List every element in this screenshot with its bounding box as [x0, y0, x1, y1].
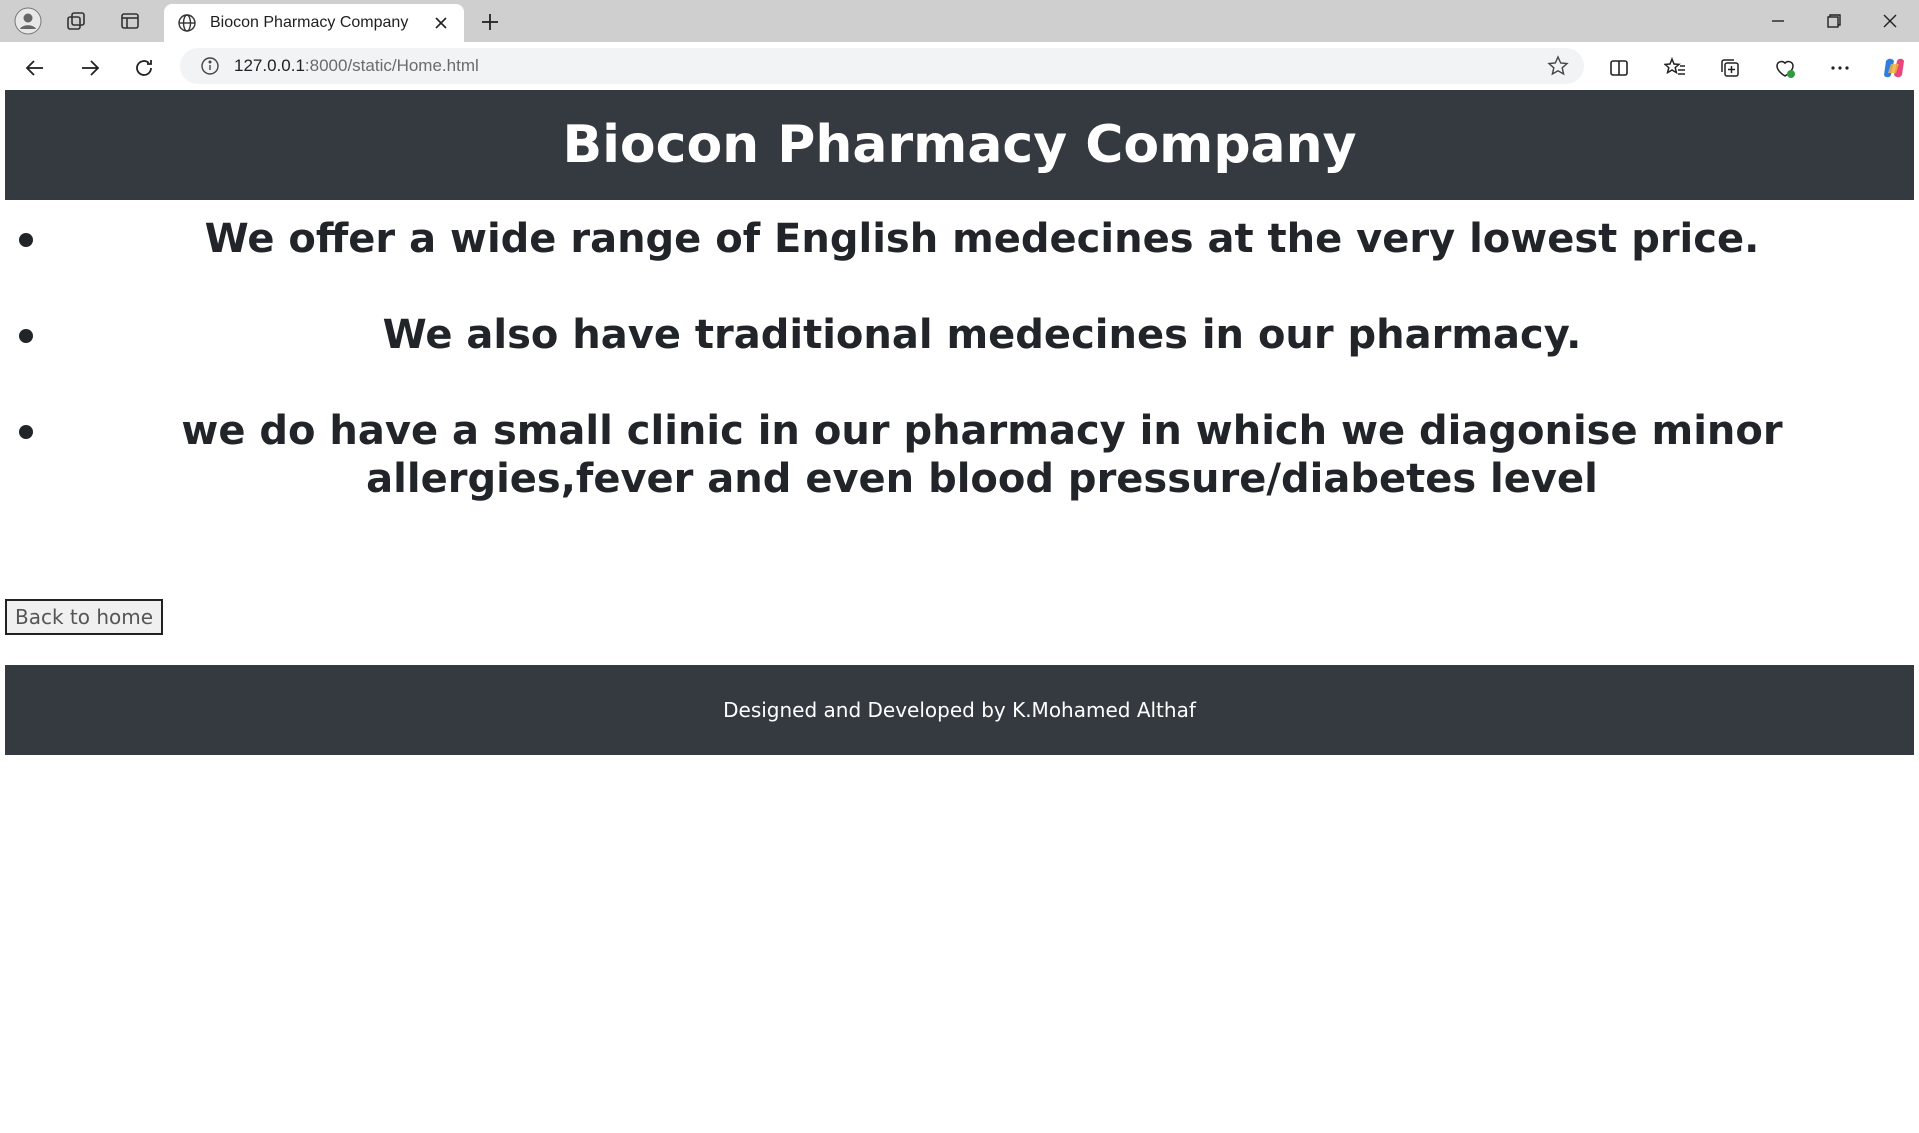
- back-arrow-icon[interactable]: [19, 52, 51, 84]
- footer-credit: Designed and Developed by K.Mohamed Alth…: [723, 698, 1196, 722]
- feature-text: we do have a small clinic in our pharmac…: [181, 408, 1783, 502]
- favorites-icon[interactable]: [1659, 52, 1691, 84]
- active-tab[interactable]: Biocon Pharmacy Company: [164, 4, 464, 42]
- site-footer: Designed and Developed by K.Mohamed Alth…: [5, 665, 1914, 755]
- page-viewport: Biocon Pharmacy Company We offer a wide …: [5, 90, 1914, 1133]
- collections-icon[interactable]: [1714, 52, 1746, 84]
- tab-title: Biocon Pharmacy Company: [210, 14, 409, 31]
- list-item: we do have a small clinic in our pharmac…: [5, 407, 1914, 503]
- vertical-tabs-icon[interactable]: [116, 7, 144, 35]
- bullet-icon: [19, 329, 33, 343]
- bullet-icon: [19, 425, 33, 439]
- new-tab-icon[interactable]: [476, 8, 504, 36]
- bullet-icon: [19, 233, 33, 247]
- browser-essentials-icon[interactable]: [1769, 52, 1801, 84]
- site-info-icon[interactable]: [198, 54, 222, 78]
- page-title: Biocon Pharmacy Company: [562, 115, 1357, 175]
- back-to-home-button[interactable]: Back to home: [5, 599, 164, 635]
- refresh-icon[interactable]: [128, 52, 160, 84]
- close-window-icon[interactable]: [1862, 0, 1918, 42]
- url-host: 127.0.0.1: [234, 56, 305, 75]
- forward-arrow-icon[interactable]: [74, 52, 106, 84]
- list-item: We offer a wide range of English medecin…: [5, 215, 1914, 263]
- more-options-icon[interactable]: [1824, 52, 1856, 84]
- workspaces-icon[interactable]: [62, 7, 90, 35]
- copilot-icon[interactable]: [1878, 52, 1910, 84]
- url-text[interactable]: 127.0.0.1:8000/static/Home.html: [234, 56, 479, 76]
- profile-icon[interactable]: [14, 7, 42, 35]
- close-tab-icon[interactable]: [430, 12, 452, 34]
- split-screen-icon[interactable]: [1603, 52, 1635, 84]
- feature-text: We also have traditional medecines in ou…: [382, 312, 1582, 358]
- site-header: Biocon Pharmacy Company: [5, 90, 1914, 200]
- restore-icon[interactable]: [1806, 0, 1862, 42]
- favorite-star-icon[interactable]: [1546, 54, 1570, 78]
- features-list: We offer a wide range of English medecin…: [5, 215, 1914, 551]
- feature-text: We offer a wide range of English medecin…: [204, 216, 1760, 262]
- url-path: :8000/static/Home.html: [304, 56, 479, 75]
- list-item: We also have traditional medecines in ou…: [5, 311, 1914, 359]
- browser-tab-bar: Biocon Pharmacy Company: [0, 0, 1919, 42]
- address-bar[interactable]: 127.0.0.1:8000/static/Home.html: [180, 48, 1584, 84]
- globe-icon: [176, 12, 198, 34]
- browser-toolbar: 127.0.0.1:8000/static/Home.html: [0, 42, 1919, 90]
- minimize-icon[interactable]: [1750, 0, 1806, 42]
